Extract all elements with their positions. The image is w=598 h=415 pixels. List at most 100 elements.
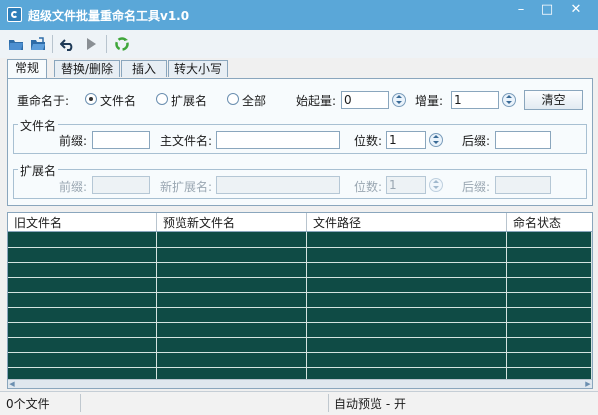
table-cell[interactable]: [507, 352, 592, 367]
status-bar: 0个文件 自动预览 - 开: [0, 391, 598, 415]
open-folder-icon[interactable]: [30, 36, 46, 52]
radio-extension-label[interactable]: 扩展名: [171, 92, 207, 109]
radio-filename[interactable]: [85, 93, 97, 105]
table-cell[interactable]: [8, 322, 157, 337]
table-cell[interactable]: [157, 307, 307, 322]
table-cell[interactable]: [507, 247, 592, 262]
table-cell[interactable]: [307, 307, 507, 322]
table-cell[interactable]: [507, 337, 592, 352]
table-cell[interactable]: [8, 232, 157, 247]
tab-general[interactable]: 常规: [7, 59, 47, 78]
ext-digits-spinner[interactable]: [429, 178, 443, 192]
table-cell[interactable]: [307, 352, 507, 367]
increment-input[interactable]: 1: [451, 91, 499, 109]
table-cell[interactable]: [8, 352, 157, 367]
col-preview-name[interactable]: 预览新文件名: [163, 214, 235, 231]
horizontal-scrollbar[interactable]: ◀ ▶: [8, 379, 592, 388]
table-row[interactable]: [8, 277, 592, 293]
scroll-left-icon[interactable]: ◀: [8, 380, 16, 388]
tab-replace-delete[interactable]: 替换/删除: [54, 60, 120, 77]
table-row[interactable]: [8, 292, 592, 308]
table-cell[interactable]: [157, 277, 307, 292]
table-cell[interactable]: [307, 292, 507, 307]
table-cell[interactable]: [157, 352, 307, 367]
table-cell[interactable]: [157, 262, 307, 277]
main-name-input[interactable]: [216, 131, 340, 149]
undo-icon[interactable]: [60, 36, 76, 52]
run-icon[interactable]: [83, 36, 99, 52]
table-cell[interactable]: [8, 307, 157, 322]
ext-suffix-input[interactable]: [495, 176, 551, 194]
prefix-input[interactable]: [92, 131, 150, 149]
table-row[interactable]: [8, 247, 592, 263]
recycle-icon[interactable]: [114, 36, 130, 52]
table-cell[interactable]: [157, 247, 307, 262]
prefix-label: 前缀:: [59, 134, 88, 148]
increment-spinner[interactable]: [502, 93, 516, 107]
toolbar-separator: [52, 35, 53, 53]
window-title: 超级文件批量重命名工具v1.0: [28, 9, 190, 23]
radio-filename-label[interactable]: 文件名: [100, 92, 136, 109]
table-cell[interactable]: [157, 292, 307, 307]
radio-all-label[interactable]: 全部: [242, 92, 266, 109]
table-cell[interactable]: [507, 307, 592, 322]
general-panel: 重命名于: 文件名 扩展名 全部 始起量: 0 增量: 1 清空 文件名 前缀:…: [7, 78, 593, 206]
column-divider[interactable]: [306, 213, 307, 231]
table-cell[interactable]: [307, 247, 507, 262]
file-list-table[interactable]: 旧文件名 预览新文件名 文件路径 命名状态 ◀ ▶: [7, 212, 593, 389]
clear-button[interactable]: 清空: [524, 90, 583, 110]
ext-digits-input[interactable]: 1: [386, 176, 426, 194]
table-header: 旧文件名 预览新文件名 文件路径 命名状态: [8, 213, 592, 232]
suffix-input[interactable]: [495, 131, 551, 149]
radio-extension[interactable]: [156, 93, 168, 105]
table-cell[interactable]: [507, 262, 592, 277]
close-button[interactable]: ✕: [560, 0, 592, 22]
maximize-button[interactable]: □: [531, 0, 563, 22]
tab-case[interactable]: 转大小写: [168, 60, 228, 77]
table-cell[interactable]: [157, 337, 307, 352]
table-cell[interactable]: [507, 322, 592, 337]
table-cell[interactable]: [157, 232, 307, 247]
open-file-icon[interactable]: [8, 36, 24, 52]
col-status[interactable]: 命名状态: [513, 214, 561, 231]
table-cell[interactable]: [8, 292, 157, 307]
table-cell[interactable]: [307, 337, 507, 352]
table-row[interactable]: [8, 262, 592, 278]
table-cell[interactable]: [307, 277, 507, 292]
table-cell[interactable]: [307, 322, 507, 337]
new-ext-input[interactable]: [216, 176, 340, 194]
digits-input[interactable]: 1: [386, 131, 426, 149]
digits-spinner[interactable]: [429, 133, 443, 147]
start-input[interactable]: 0: [341, 91, 389, 109]
table-cell[interactable]: [8, 337, 157, 352]
table-cell[interactable]: [507, 277, 592, 292]
table-cell[interactable]: [8, 247, 157, 262]
table-cell[interactable]: [157, 322, 307, 337]
auto-preview-status: 自动预览 - 开: [334, 397, 406, 411]
rename-target-label: 重命名于:: [17, 94, 70, 108]
start-spinner[interactable]: [392, 93, 406, 107]
column-divider[interactable]: [506, 213, 507, 231]
table-row[interactable]: [8, 352, 592, 368]
col-old-name[interactable]: 旧文件名: [14, 214, 62, 231]
table-cell[interactable]: [8, 277, 157, 292]
column-divider[interactable]: [156, 213, 157, 231]
table-row[interactable]: [8, 322, 592, 338]
col-file-path[interactable]: 文件路径: [313, 214, 361, 231]
suffix-label: 后缀:: [462, 134, 491, 148]
table-cell[interactable]: [8, 262, 157, 277]
table-row[interactable]: [8, 232, 592, 248]
table-cell[interactable]: [507, 232, 592, 247]
toolbar: [0, 30, 598, 58]
ext-prefix-input[interactable]: [92, 176, 150, 194]
file-count: 0个文件: [6, 397, 50, 411]
table-cell[interactable]: [307, 262, 507, 277]
scroll-right-icon[interactable]: ▶: [584, 380, 592, 388]
table-row[interactable]: [8, 337, 592, 353]
table-cell[interactable]: [307, 232, 507, 247]
table-cell[interactable]: [507, 292, 592, 307]
radio-all[interactable]: [227, 93, 239, 105]
tab-insert[interactable]: 插入: [121, 60, 167, 77]
ext-digits-label: 位数:: [354, 180, 383, 194]
table-row[interactable]: [8, 307, 592, 323]
